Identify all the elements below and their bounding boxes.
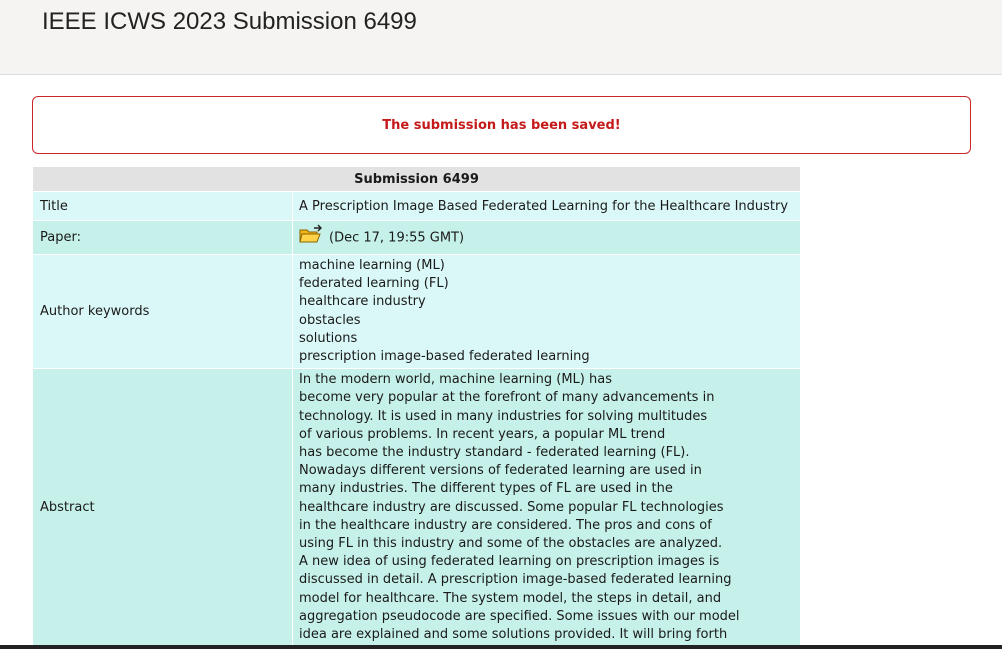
paper-row: Paper: (Dec 17, 19:55 GMT) [32,220,801,255]
title-row: Title A Prescription Image Based Federat… [32,191,801,221]
alert-message: The submission has been saved! [382,117,621,133]
abstract-line: healthcare industry are discussed. Some … [299,499,724,515]
keywords-row: Author keywords machine learning (ML) fe… [32,253,801,370]
abstract-value: In the modern world, machine learning (M… [292,368,801,648]
page-title: IEEE ICWS 2023 Submission 6499 [42,8,417,35]
paper-label: Paper: [32,220,293,255]
abstract-line: model for healthcare. The system model, … [299,590,722,606]
folder-icon[interactable] [299,224,323,248]
table-heading-row: Submission 6499 [32,166,801,192]
abstract-line: idea are explained and some solutions pr… [299,627,728,643]
abstract-line: become very popular at the forefront of … [299,390,715,406]
abstract-line: has become the industry standard - feder… [299,445,690,461]
abstract-row: Abstract In the modern world, machine le… [32,368,801,648]
table-heading: Submission 6499 [32,166,801,192]
abstract-label: Abstract [32,368,293,648]
window-bottom-edge [0,645,1002,649]
keyword-item: healthcare industry [299,294,426,310]
paper-value: (Dec 17, 19:55 GMT) [292,220,801,255]
page-header: IEEE ICWS 2023 Submission 6499 [0,0,1002,75]
keyword-item: solutions [299,330,358,346]
saved-alert: The submission has been saved! [32,96,971,154]
submission-table: Submission 6499 Title A Prescription Ima… [32,166,801,648]
keywords-value: machine learning (ML) federated learning… [292,253,801,370]
abstract-line: A new idea of using federated learning o… [299,554,720,570]
abstract-line: In the modern world, machine learning (M… [299,372,612,388]
abstract-line: using FL in this industry and some of th… [299,536,723,552]
abstract-line: discussed in detail. A prescription imag… [299,572,732,588]
keyword-item: obstacles [299,312,361,328]
keywords-label: Author keywords [32,253,293,370]
abstract-line: technology. It is used in many industrie… [299,408,708,424]
abstract-line: many industries. The different types of … [299,481,673,497]
abstract-line: of various problems. In recent years, a … [299,426,666,442]
keyword-item: prescription image-based federated learn… [299,349,590,365]
title-label: Title [32,191,293,221]
paper-date: (Dec 17, 19:55 GMT) [329,230,465,245]
abstract-line: Nowadays different versions of federated… [299,463,702,479]
abstract-line: aggregation pseudocode are specified. So… [299,608,740,624]
keyword-item: machine learning (ML) [299,258,445,273]
title-value: A Prescription Image Based Federated Lea… [292,191,801,221]
keyword-item: federated learning (FL) [299,276,449,292]
abstract-line: in the healthcare industry are considere… [299,517,712,533]
